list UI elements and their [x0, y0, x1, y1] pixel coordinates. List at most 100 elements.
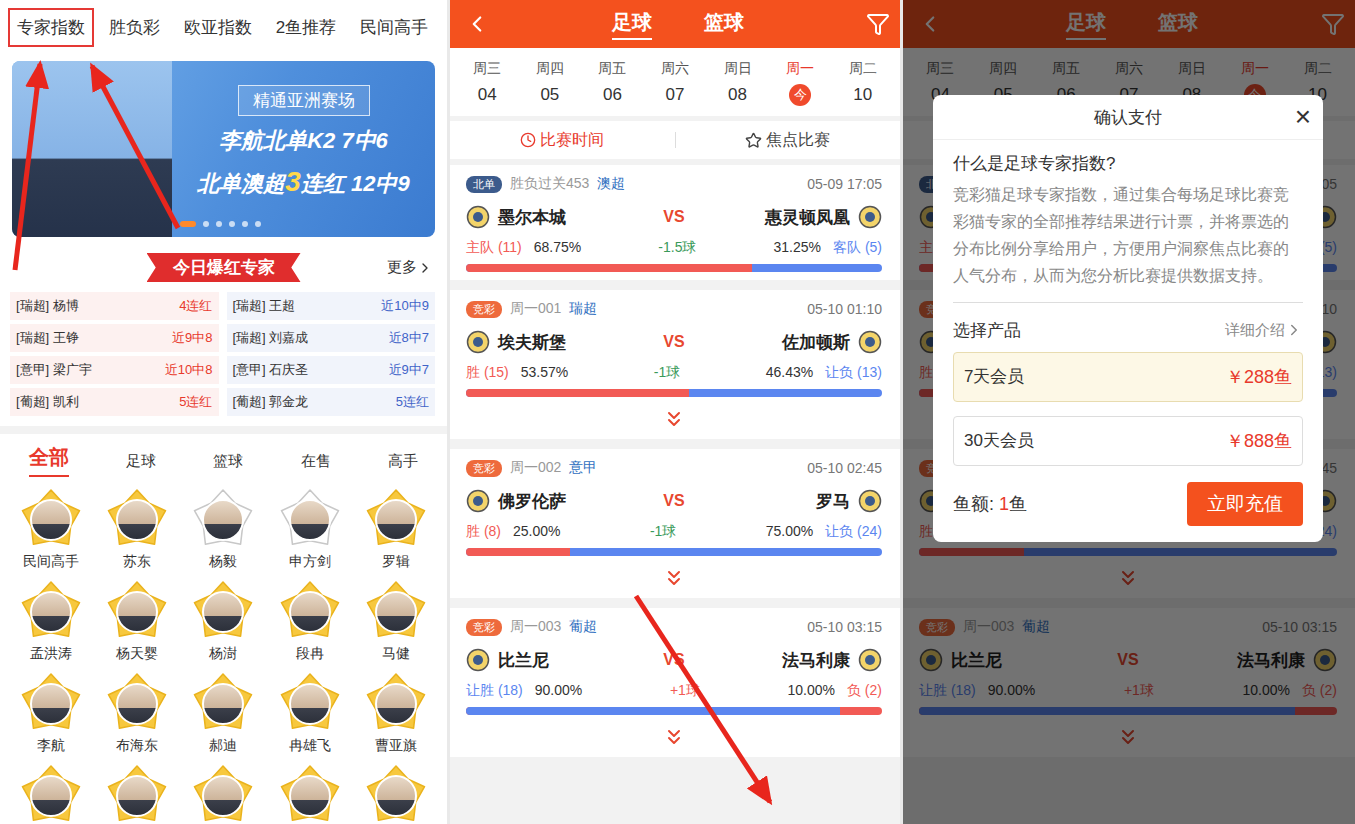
clock-icon: [520, 132, 536, 148]
banner-dot[interactable]: [216, 221, 222, 227]
expert-item[interactable]: 冉雄飞: [267, 673, 353, 757]
product-option[interactable]: 30天会员￥888鱼: [953, 416, 1303, 466]
date-row: 周三04周四05周五06周六07周日08周一今周二10: [450, 48, 900, 116]
expert-item[interactable]: [8, 765, 94, 824]
expert-item[interactable]: [267, 765, 353, 824]
match-card[interactable]: 竞彩周一003葡超05-10 03:15比兰尼VS法马利康让胜 (18)90.0…: [450, 608, 900, 757]
top-tab[interactable]: 胜负彩: [100, 8, 169, 47]
filter-icon[interactable]: [866, 12, 890, 36]
payment-screen: 足球篮球周三04周四05周五06周六07周日08周一今周二10比赛时间焦点比赛北…: [903, 0, 1355, 824]
sort-tab[interactable]: 比赛时间: [450, 130, 675, 151]
match-tag: 北单: [466, 176, 502, 193]
expert-item[interactable]: 杨澍: [180, 581, 266, 665]
expert-item[interactable]: [94, 765, 180, 824]
date-cell[interactable]: 周二10: [831, 60, 894, 106]
vote-stats: 胜 (15)53.57%-1球46.43%让负 (13): [466, 364, 882, 382]
hot-title: 今日爆红专家: [147, 253, 301, 282]
expert-item[interactable]: 曹亚旗: [353, 673, 439, 757]
expert-screen: 专家指数胜负彩欧亚指数2鱼推荐民间高手精通亚洲赛场李航北单K2 7中6北单澳超3…: [0, 0, 447, 824]
match-card[interactable]: 北单胜负过关453澳超05-09 17:05墨尔本城VS惠灵顿凤凰主队 (11)…: [450, 165, 900, 280]
vote-stats: 让胜 (18)90.00%+1球10.00%负 (2): [466, 682, 882, 700]
expand-button[interactable]: [466, 397, 882, 439]
category-tab[interactable]: 高手: [388, 452, 418, 477]
away-crest-icon: [858, 648, 882, 672]
balance: 鱼额: 1鱼: [953, 492, 1027, 516]
product-option[interactable]: 7天会员￥288鱼: [953, 352, 1303, 402]
category-tab[interactable]: 全部: [29, 444, 69, 477]
today-badge: 今: [789, 84, 811, 106]
top-tab[interactable]: 民间高手: [351, 8, 437, 47]
expand-icon: [662, 566, 686, 590]
expert-item[interactable]: 郝迪: [180, 673, 266, 757]
top-tab[interactable]: 欧亚指数: [175, 8, 261, 47]
expert-item[interactable]: 申方剑: [267, 489, 353, 573]
date-cell[interactable]: 周日08: [706, 60, 769, 106]
details-link[interactable]: 详细介绍: [1225, 321, 1303, 340]
top-tab[interactable]: 专家指数: [8, 8, 94, 47]
away-crest-icon: [858, 489, 882, 513]
top-tab[interactable]: 2鱼推荐: [267, 8, 345, 47]
vote-stats: 主队 (11)68.75%-1.5球31.25%客队 (5): [466, 239, 882, 257]
vote-stats: 胜 (8)25.00%-1球75.00%让负 (24): [466, 523, 882, 541]
expert-item[interactable]: 民间高手: [8, 489, 94, 573]
expert-item[interactable]: 李航: [8, 673, 94, 757]
match-card[interactable]: 竞彩周一002意甲05-10 02:45佛罗伦萨VS罗马胜 (8)25.00%-…: [450, 449, 900, 598]
expert-item[interactable]: 杨毅: [180, 489, 266, 573]
hot-expert[interactable]: [瑞超] 杨博4连红: [10, 292, 219, 320]
expert-avatar: [375, 683, 417, 725]
category-tab[interactable]: 篮球: [213, 452, 243, 477]
date-cell[interactable]: 周五06: [581, 60, 644, 106]
away-crest-icon: [858, 330, 882, 354]
date-cell[interactable]: 周四05: [519, 60, 582, 106]
match-card[interactable]: 竞彩周一001瑞超05-10 01:10埃夫斯堡VS佐加顿斯胜 (15)53.5…: [450, 290, 900, 439]
expert-item[interactable]: 杨天婴: [94, 581, 180, 665]
hot-expert[interactable]: [意甲] 石庆圣近9中7: [227, 356, 436, 384]
hot-expert[interactable]: [瑞超] 王超近10中9: [227, 292, 436, 320]
hot-expert[interactable]: [葡超] 凯利5连红: [10, 388, 219, 416]
hot-expert[interactable]: [瑞超] 刘嘉成近8中7: [227, 324, 436, 352]
expand-button[interactable]: [466, 556, 882, 598]
header-bar: 足球 篮球: [450, 0, 900, 48]
banner-dot[interactable]: [242, 221, 248, 227]
promo-banner[interactable]: 精通亚洲赛场李航北单K2 7中6北单澳超3连红 12中9: [12, 61, 435, 237]
banner-photo: [12, 61, 172, 237]
expert-item[interactable]: 孟洪涛: [8, 581, 94, 665]
expert-avatar: [116, 775, 158, 817]
hot-expert[interactable]: [意甲] 梁广宇近10中8: [10, 356, 219, 384]
expert-avatar: [30, 775, 72, 817]
date-cell[interactable]: 周一今: [769, 60, 832, 106]
sport-tab[interactable]: 篮球: [704, 9, 744, 40]
date-cell[interactable]: 周六07: [644, 60, 707, 106]
back-icon[interactable]: [464, 11, 490, 37]
chevron-right-icon: [417, 260, 433, 276]
annotation-arrows-icon: [0, 0, 1355, 824]
expert-item[interactable]: 苏东: [94, 489, 180, 573]
description: 竞彩猫足球专家指数，通过集合每场足球比赛竞彩猫专家的全部推荐结果进行计票，并将票…: [953, 181, 1303, 303]
recharge-button[interactable]: 立即充值: [1187, 482, 1303, 526]
hot-expert[interactable]: [瑞超] 王铮近9中8: [10, 324, 219, 352]
category-tab[interactable]: 足球: [126, 452, 156, 477]
teams-row: 佛罗伦萨VS罗马: [466, 477, 882, 523]
payment-dialog: 确认支付×什么是足球专家指数?竞彩猫足球专家指数，通过集合每场足球比赛竞彩猫专家…: [933, 95, 1323, 542]
expert-item[interactable]: 布海东: [94, 673, 180, 757]
more-link[interactable]: 更多: [387, 258, 433, 277]
expert-avatar: [30, 591, 72, 633]
expert-avatar: [289, 683, 331, 725]
expand-button[interactable]: [466, 715, 882, 757]
expert-item[interactable]: 段冉: [267, 581, 353, 665]
banner-dot[interactable]: [255, 221, 261, 227]
expert-item[interactable]: 马健: [353, 581, 439, 665]
sort-tab[interactable]: 焦点比赛: [676, 130, 901, 151]
hot-expert[interactable]: [葡超] 郭金龙5连红: [227, 388, 436, 416]
expert-item[interactable]: [180, 765, 266, 824]
category-tab[interactable]: 在售: [301, 452, 331, 477]
banner-dot[interactable]: [229, 221, 235, 227]
expert-item[interactable]: [353, 765, 439, 824]
sport-tab[interactable]: 足球: [612, 9, 652, 40]
banner-dot[interactable]: [180, 221, 196, 227]
banner-dot[interactable]: [203, 221, 209, 227]
expert-item[interactable]: 罗辑: [353, 489, 439, 573]
expert-avatar: [289, 499, 331, 541]
date-cell[interactable]: 周三04: [456, 60, 519, 106]
close-button[interactable]: ×: [1283, 103, 1323, 131]
